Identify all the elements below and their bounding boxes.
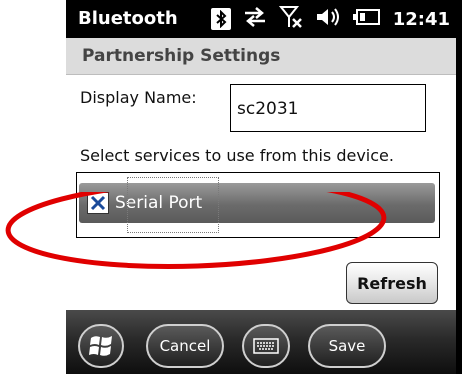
data-sync-icon [243,6,267,32]
service-checkbox[interactable] [87,192,109,214]
no-signal-icon [278,5,303,33]
page-header: Partnership Settings [66,38,456,75]
bottom-command-bar: Cancel Save [66,310,456,374]
cancel-button[interactable]: Cancel [146,324,224,368]
keyboard-button[interactable] [242,324,290,368]
status-bar: Bluetooth 12:41 [66,0,456,38]
bluetooth-icon [210,8,231,30]
services-label: Select services to use from this device. [80,146,394,165]
status-icons: 12:41 [210,5,450,33]
device-frame: Bluetooth 12:41 Partnership Settings Dis… [66,0,462,374]
volume-icon [315,6,341,32]
checkmark-x-icon [90,195,106,211]
status-title: Bluetooth [78,8,178,29]
windows-logo-icon [89,336,112,356]
refresh-button[interactable]: Refresh [346,262,438,304]
save-button[interactable]: Save [308,324,386,368]
screen: Bluetooth 12:41 Partnership Settings Dis… [66,0,456,374]
display-name-field[interactable]: sc2031 [230,84,426,132]
page-title: Partnership Settings [82,46,281,66]
services-list[interactable]: Serial Port [76,172,440,238]
battery-icon [352,8,381,30]
focus-rectangle [127,177,219,233]
keyboard-icon [253,338,279,354]
start-button[interactable] [78,324,124,368]
display-name-label: Display Name: [80,88,197,107]
clock-time: 12:41 [392,8,450,30]
